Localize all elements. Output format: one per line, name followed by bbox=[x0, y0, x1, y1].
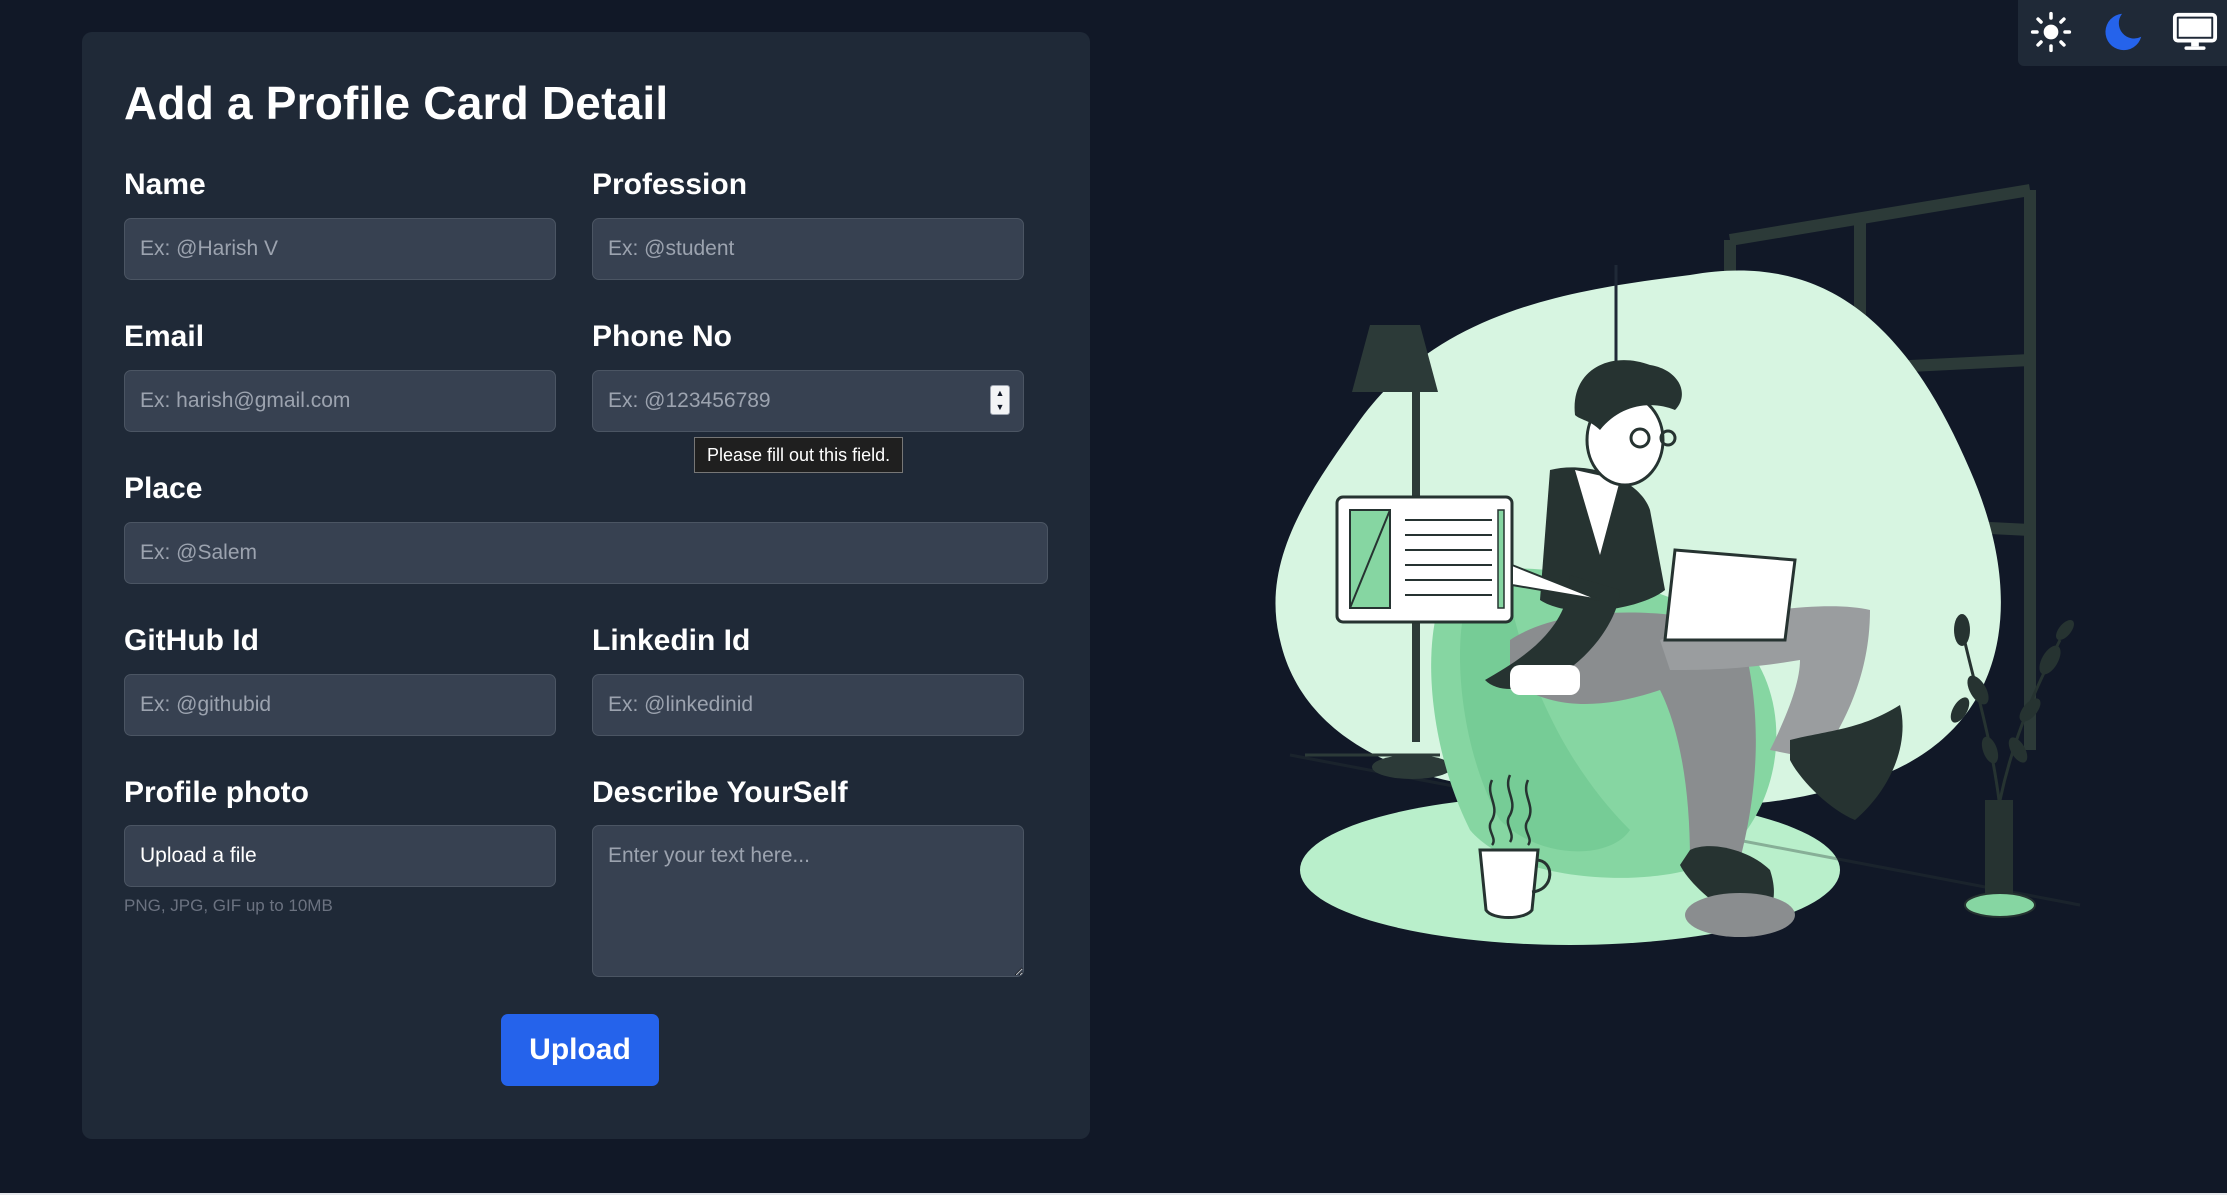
dark-theme-button[interactable] bbox=[2095, 4, 2151, 60]
email-label: Email bbox=[124, 320, 205, 353]
profession-input[interactable] bbox=[592, 218, 1024, 280]
phone-label: Phone No bbox=[592, 320, 732, 353]
linkedin-input[interactable] bbox=[592, 674, 1024, 736]
profile-illustration bbox=[1275, 184, 2081, 945]
phone-stepper[interactable]: ▲ ▼ bbox=[990, 385, 1010, 415]
monitor-icon bbox=[2172, 12, 2218, 50]
email-input[interactable] bbox=[124, 370, 556, 432]
github-label: GitHub Id bbox=[124, 624, 259, 657]
profile-photo-label: Profile photo bbox=[124, 776, 309, 809]
file-type-hint: PNG, JPG, GIF up to 10MB bbox=[124, 896, 333, 915]
place-label: Place bbox=[124, 472, 203, 505]
sun-icon bbox=[2030, 11, 2072, 53]
name-input[interactable] bbox=[124, 218, 556, 280]
profile-card-form: Add a Profile Card Detail Name Professio… bbox=[82, 32, 1090, 1139]
upload-file-button[interactable]: Upload a file bbox=[124, 825, 556, 887]
name-label: Name bbox=[124, 168, 206, 201]
profession-label: Profession bbox=[592, 168, 748, 201]
upload-submit-button[interactable]: Upload bbox=[501, 1014, 659, 1086]
describe-label: Describe YourSelf bbox=[592, 776, 848, 809]
validation-tooltip: Please fill out this field. bbox=[694, 437, 904, 473]
describe-textarea[interactable] bbox=[592, 825, 1024, 977]
place-input[interactable] bbox=[124, 522, 1048, 584]
phone-field-wrapper: ▲ ▼ bbox=[592, 370, 1024, 432]
form-title: Add a Profile Card Detail bbox=[124, 77, 669, 129]
github-input[interactable] bbox=[124, 674, 556, 736]
theme-switcher bbox=[2018, 0, 2227, 66]
light-theme-button[interactable] bbox=[2023, 4, 2079, 60]
system-theme-button[interactable] bbox=[2167, 4, 2223, 60]
stepper-down-icon[interactable]: ▼ bbox=[996, 402, 1005, 412]
phone-input[interactable] bbox=[592, 370, 1024, 432]
stepper-up-icon[interactable]: ▲ bbox=[996, 388, 1005, 398]
linkedin-label: Linkedin Id bbox=[592, 624, 751, 657]
moon-icon bbox=[2105, 13, 2142, 51]
